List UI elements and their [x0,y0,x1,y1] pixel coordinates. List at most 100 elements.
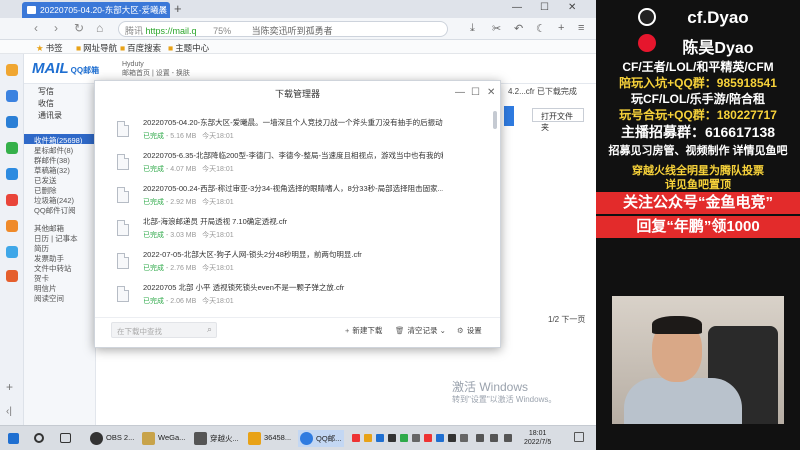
new-tab-icon[interactable]: + [174,1,182,16]
download-item[interactable]: 2022-07-05-北部大区-狗子人网-锁头2分48秒明显，前两句明显.cfr… [95,247,495,279]
pager[interactable]: 1/2 下一页 [548,314,585,325]
minimize-icon[interactable]: — [512,2,522,13]
tray-icon[interactable] [424,434,432,442]
scissors-icon[interactable]: ✂ [492,22,501,35]
download-name[interactable]: 20220705-04.20-东部大区-爱曦晨。一墙深且个人竞技刀战一个斧头重刀… [143,117,443,128]
taskbar-app-browser[interactable]: 36458... [246,430,294,447]
folder-starred[interactable]: 星标邮件(8) [24,144,95,155]
tray-icon[interactable] [460,434,468,442]
scrollbar-thumb[interactable] [493,111,497,129]
file-transfer-link[interactable]: 文件中转站 [24,262,95,273]
sidebar-app-icon[interactable] [6,194,18,206]
user-name[interactable]: Hyduty [122,60,190,69]
refresh-icon[interactable]: ↻ [74,21,84,35]
notification-icon[interactable] [574,432,584,442]
compose-link[interactable]: 写信 [24,84,95,96]
taskbar-app-wegame[interactable]: WeGa... [140,430,188,447]
taskbar-app-cf[interactable]: 穿越火... [192,430,242,447]
open-folder-button[interactable]: 打开文件夹 [532,108,584,132]
mail-logo[interactable]: MAIL QQ邮箱 [32,60,99,77]
download-item[interactable]: 20220705-04.20-东部大区-爱曦晨。一墙深且个人竞技刀战一个斧头重刀… [95,115,495,147]
download-name[interactable]: 2022-07-05-北部大区-狗子人网-锁头2分48秒明显，前两句明显.cfr [143,249,443,260]
bookmark-item[interactable]: ■ 网址导航 [76,42,117,54]
network-icon[interactable] [476,434,484,442]
folder-spam[interactable]: 垃圾箱(242) [24,194,95,205]
sidebar-app-icon[interactable] [6,64,18,76]
download-name[interactable]: 20220705-6.35-北部降临200型-李德门、李德今-整局-当速度且相视… [143,150,443,161]
home-icon[interactable]: ⌂ [96,21,103,35]
folder-deleted[interactable]: 已删除 [24,184,95,195]
close-icon[interactable]: × [161,4,166,14]
sidebar-app-icon[interactable] [6,142,18,154]
tray-icon[interactable] [364,434,372,442]
bookmark-item[interactable]: ■ 百度搜索 [120,42,161,54]
download-name[interactable]: 北部-海浪邮递员 开局透视 7.10确定透视.cfr [143,216,443,227]
search-suggestion[interactable]: 当陈奕迅听到孤勇者 [252,26,333,36]
address-bar[interactable]: 腾讯 https://mail.q 75% 当陈奕迅听到孤勇者 [118,21,448,37]
download-item[interactable]: 20220705-6.35-北部降临200型-李德门、李德今-整局-当速度且相视… [95,148,495,180]
forward-icon[interactable]: › [54,21,58,35]
maximize-icon[interactable]: ☐ [471,87,480,98]
invoice-link[interactable]: 发票助手 [24,252,95,263]
close-window-icon[interactable]: ✕ [568,2,576,13]
moon-icon[interactable]: ☾ [536,22,546,35]
download-search-input[interactable]: 在下载中查找 ⌕ [111,322,217,338]
zoom-level[interactable]: 75% [213,26,231,36]
settings-button[interactable]: ⚙ 设置 [457,325,482,336]
contacts-link[interactable]: 通讯录 [24,108,95,120]
undo-icon[interactable]: ↶ [514,22,523,35]
tray-icon[interactable] [376,434,384,442]
minimize-icon[interactable]: — [455,87,465,98]
new-download-button[interactable]: + 新建下载 [345,325,382,336]
sidebar-app-icon[interactable] [6,246,18,258]
postcard-link[interactable]: 明信片 [24,282,95,293]
tray-icon[interactable] [388,434,396,442]
calendar-link[interactable]: 日历 | 记事本 [24,232,95,243]
download-name[interactable]: 20220705 北部 小平 透视锁死锁头even不是一颗子弹之放.cfr [143,282,443,293]
volume-icon[interactable] [490,434,498,442]
add-icon[interactable]: + [6,380,18,394]
download-item[interactable]: 20220705-00.24-西部-称过审亚-3分34-视角选择的眼睛嗜人，8分… [95,181,495,213]
back-icon[interactable]: ‹ [34,21,38,35]
user-links[interactable]: 邮箱首页 | 设置 - 换肤 [122,69,190,78]
sidebar-app-icon[interactable] [6,90,18,102]
download-item[interactable]: 20220705 北部 小平 透视锁死锁头even不是一颗子弹之放.cfr 已完… [95,280,495,306]
inbox-link[interactable]: 收信 [24,96,95,108]
tray-icon[interactable] [436,434,444,442]
browser-tab[interactable]: 20220705-04.20-东部大区-爱曦晨 × [22,2,170,18]
ime-icon[interactable] [504,434,512,442]
clear-records-button[interactable]: 🗑 清空记录 ⌄ [395,325,446,336]
maximize-icon[interactable]: ☐ [540,2,549,13]
desktop-screen: 20220705-04.20-东部大区-爱曦晨 × + — ☐ ✕ ‹ › ↻ … [0,0,596,450]
reading-link[interactable]: 阅读空间 [24,292,95,303]
tray-icon[interactable] [400,434,408,442]
other-mailbox-link[interactable]: 其他邮箱 [24,222,95,233]
sidebar-app-icon[interactable] [6,168,18,180]
folder-group[interactable]: 群邮件(38) [24,154,95,165]
menu-icon[interactable]: ≡ [578,22,584,34]
taskbar-app-obs[interactable]: OBS 2... [88,430,137,447]
close-icon[interactable]: ✕ [487,87,495,98]
tray-icon[interactable] [412,434,420,442]
sidebar-app-icon[interactable] [6,270,18,282]
taskbar-app-qqmail[interactable]: QQ邮... [298,430,345,447]
tray-icon[interactable] [448,434,456,442]
add-icon[interactable]: + [558,22,564,34]
bookmark-item[interactable]: ■ 主题中心 [168,42,209,54]
search-button[interactable] [32,430,49,447]
download-name[interactable]: 20220705-00.24-西部-称过审亚-3分34-视角选择的眼睛嗜人，8分… [143,183,443,194]
folder-drafts[interactable]: 草稿箱(32) [24,164,95,175]
clock[interactable]: 18:01 2022/7/5 [524,429,551,447]
tray-icon[interactable] [352,434,360,442]
task-view-button[interactable] [58,430,75,447]
sidebar-app-icon[interactable] [6,116,18,128]
search-icon[interactable]: ⌕ [207,324,212,335]
collapse-icon[interactable]: ‹| [6,406,18,418]
start-button[interactable] [6,430,23,447]
download-item[interactable]: 北部-海浪邮递员 开局透视 7.10确定透视.cfr 已完成 - 3.03 MB… [95,214,495,246]
folder-inbox[interactable]: 收件箱(25698) [24,134,95,145]
bookmark-item[interactable]: ★ 书签 [36,42,63,54]
download-icon[interactable]: ⤓ [470,22,475,35]
folder-subscriptions[interactable]: QQ邮件订阅 [24,204,95,215]
sidebar-app-icon[interactable] [6,220,18,232]
